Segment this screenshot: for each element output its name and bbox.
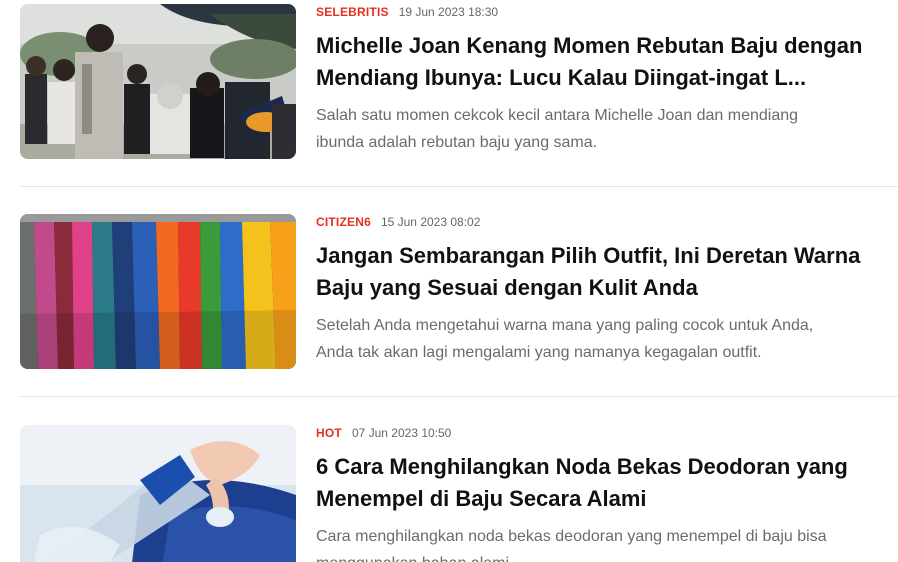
article-meta: SELEBRITIS 19 Jun 2023 18:30: [316, 4, 898, 20]
article-divider: [20, 396, 898, 397]
article-thumbnail[interactable]: [20, 4, 296, 159]
article-title-line: 6 Cara Menghilangkan Noda Bekas Deodoran…: [316, 454, 848, 479]
article-summary: Setelah Anda mengetahui warna mana yang …: [316, 312, 898, 366]
water-bottle-on-shirt-image: [20, 425, 296, 562]
article-meta: HOT 07 Jun 2023 10:50: [316, 425, 898, 441]
article-card[interactable]: SELEBRITIS 19 Jun 2023 18:30 Michelle Joa…: [20, 4, 898, 160]
article-title-line: Menempel di Baju Secara Alami: [316, 486, 647, 511]
article-text: SELEBRITIS 19 Jun 2023 18:30 Michelle Joa…: [316, 4, 898, 156]
article-meta: CITIZEN6 15 Jun 2023 08:02: [316, 214, 898, 230]
funeral-crowd-image: [20, 4, 296, 159]
colorful-hoodies-image: [20, 214, 296, 369]
article-summary-line: ibunda adalah rebutan baju yang sama.: [316, 134, 598, 151]
article-summary-line: Anda tak akan lagi mengalami yang namany…: [316, 344, 762, 361]
article-thumbnail[interactable]: [20, 425, 296, 562]
article-summary: Salah satu momen cekcok kecil antara Mic…: [316, 102, 898, 156]
article-title-link[interactable]: 6 Cara Menghilangkan Noda Bekas Deodoran…: [316, 451, 898, 515]
category-link[interactable]: CITIZEN6: [316, 215, 371, 229]
article-card[interactable]: CITIZEN6 15 Jun 2023 08:02 Jangan Sembara…: [20, 214, 898, 370]
article-title-link[interactable]: Michelle Joan Kenang Momen Rebutan Baju …: [316, 30, 898, 94]
article-summary-line: Cara menghilangkan noda bekas deodoran y…: [316, 528, 827, 545]
article-summary-line: menggunakan bahan alami.: [316, 550, 898, 562]
publish-date: 07 Jun 2023 10:50: [351, 426, 452, 440]
article-summary: Cara menghilangkan noda bekas deodoran y…: [316, 523, 898, 562]
category-link[interactable]: SELEBRITIS: [316, 5, 389, 19]
article-title-link[interactable]: Jangan Sembarangan Pilih Outfit, Ini Der…: [316, 240, 898, 304]
article-text: HOT 07 Jun 2023 10:50 6 Cara Menghilangka…: [316, 425, 898, 562]
article-thumbnail[interactable]: [20, 214, 296, 369]
news-feed: SELEBRITIS 19 Jun 2023 18:30 Michelle Joa…: [0, 0, 898, 562]
article-title-line: Mendiang Ibunya: Lucu Kalau Diingat-inga…: [316, 65, 807, 90]
article-summary-line: Salah satu momen cekcok kecil antara Mic…: [316, 107, 799, 124]
category-link[interactable]: HOT: [316, 426, 342, 440]
article-title-line: Jangan Sembarangan Pilih Outfit, Ini Der…: [316, 243, 861, 268]
article-title-line: Michelle Joan Kenang Momen Rebutan Baju …: [316, 33, 863, 58]
publish-date: 15 Jun 2023 08:02: [380, 215, 481, 229]
article-text: CITIZEN6 15 Jun 2023 08:02 Jangan Sembara…: [316, 214, 898, 366]
article-card[interactable]: HOT 07 Jun 2023 10:50 6 Cara Menghilangka…: [20, 425, 898, 562]
article-summary-line: Setelah Anda mengetahui warna mana yang …: [316, 317, 814, 334]
article-title-line: Baju yang Sesuai dengan Kulit Anda: [316, 275, 698, 300]
publish-date: 19 Jun 2023 18:30: [398, 5, 499, 19]
article-divider: [20, 186, 898, 187]
